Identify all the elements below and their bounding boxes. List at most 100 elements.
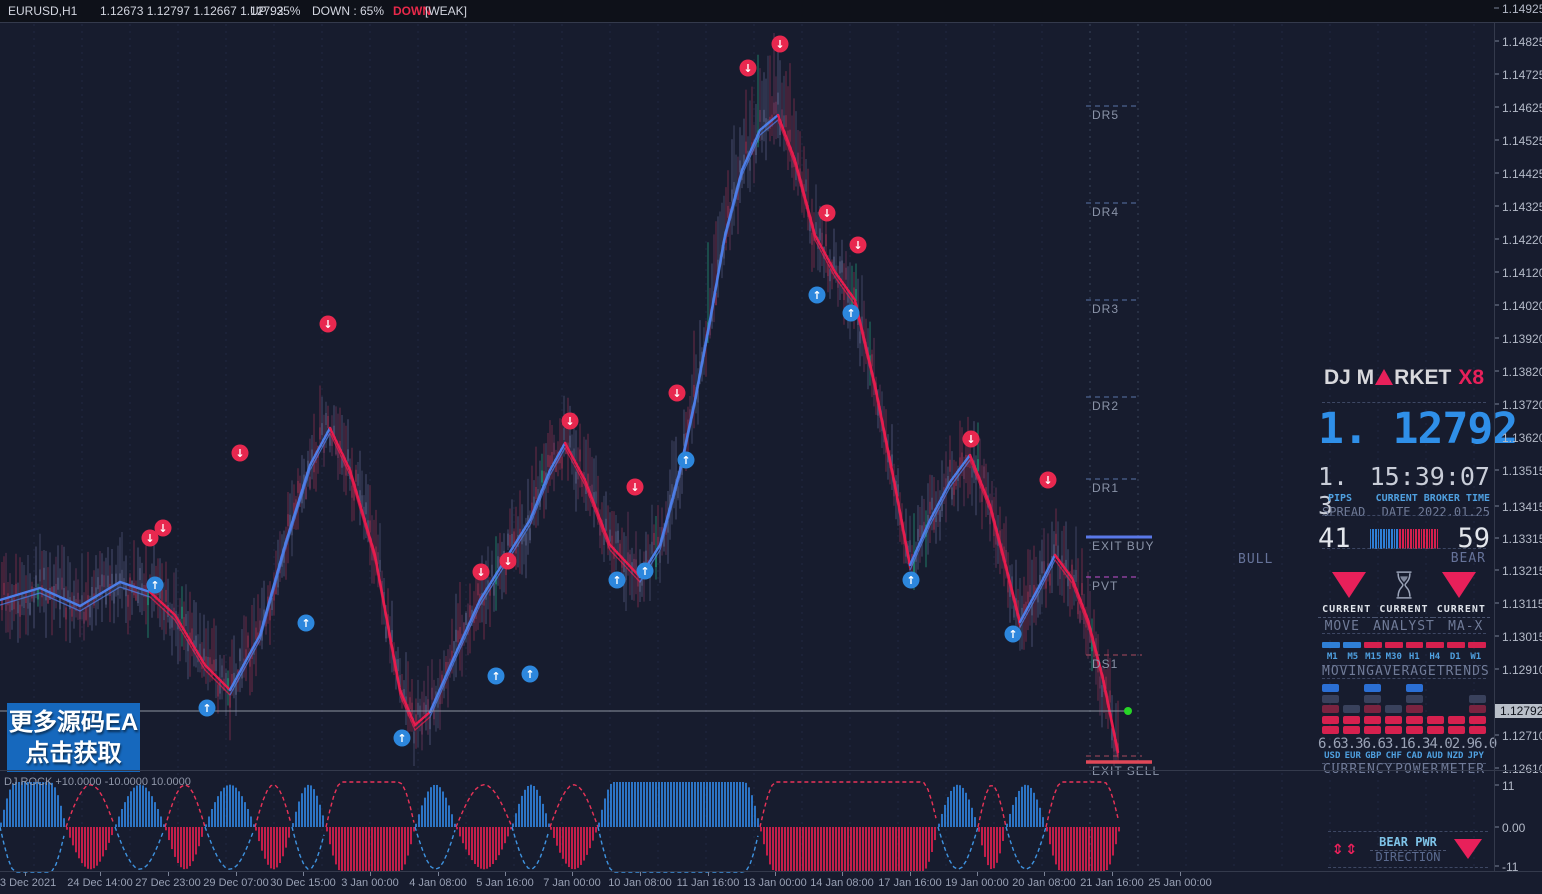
power-segment <box>1448 726 1465 734</box>
sell-arrow-icon: ↓ <box>476 566 485 579</box>
buy-arrow-icon: ↑ <box>681 454 690 467</box>
tf-label-d1: D1 <box>1445 652 1466 662</box>
analyst-label: ANALYST <box>1373 619 1435 634</box>
meter-bar <box>1410 529 1412 549</box>
buy-arrow-icon: ↑ <box>640 565 649 578</box>
dj-market-panel: DJ MRKETX8 1. 12792 1. 3 15:39:07 PIPS C… <box>1318 362 1490 770</box>
currency-column-eur <box>1343 705 1360 734</box>
bear-label: BEAR <box>1451 551 1486 566</box>
level-label-dr5: DR5 <box>1092 108 1119 122</box>
time-axis: 23 Dec 202124 Dec 14:0027 Dec 23:0029 De… <box>0 872 1542 894</box>
direction-triangle-down-icon <box>1454 839 1482 859</box>
price-axis-label: 1.14925 <box>1502 2 1542 16</box>
meter-bar <box>1375 529 1377 549</box>
current-analyst-label: CURRENT <box>1375 604 1432 618</box>
current-price-display: 1. 12792 <box>1318 404 1490 454</box>
sell-arrow-icon: ↓ <box>323 318 332 331</box>
power-segment <box>1406 695 1423 703</box>
currency-code-cad: CAD <box>1404 751 1425 761</box>
sell-arrow-icon: ↓ <box>145 532 154 545</box>
price-axis-label: 1.12910 <box>1502 663 1542 677</box>
bear-power-box: ⇕⇕ BEAR PWR DIRECTION <box>1328 831 1488 868</box>
tf-trend-pill-d1 <box>1447 642 1465 648</box>
price-axis-label: 1.14020 <box>1502 299 1542 313</box>
power-segment <box>1322 695 1339 703</box>
move-analyst-max-row: MOVE ANALYST MA-X <box>1318 619 1490 634</box>
currency-value-cad: 6.3 <box>1407 736 1429 752</box>
time-axis-label: 5 Jan 16:00 <box>476 877 534 889</box>
sell-arrow-icon: ↓ <box>672 387 681 400</box>
promo-line2: 点击获取 <box>26 738 122 769</box>
currency-code-nzd: NZD <box>1445 751 1466 761</box>
power-segment <box>1385 716 1402 724</box>
spread-date-labels: SPREAD DATE 2022.01.25 <box>1318 505 1490 519</box>
time-axis-tick <box>370 872 371 876</box>
price-axis-label: 1.12710 <box>1502 729 1542 743</box>
panel-title: DJ MRKETX8 <box>1318 366 1490 390</box>
currency-column-cad <box>1406 684 1423 734</box>
currency-column-nzd <box>1448 716 1465 735</box>
power-segment <box>1427 726 1444 734</box>
level-label-dr3: DR3 <box>1092 302 1119 316</box>
tf-label-h4: H4 <box>1425 652 1446 662</box>
sell-arrow-icon: ↓ <box>158 522 167 535</box>
signal-icons-row <box>1318 570 1490 600</box>
panel-title-badge: X8 <box>1458 366 1484 389</box>
level-label-ds1: DS1 <box>1092 657 1118 671</box>
panel-title-right: RKET <box>1394 366 1451 389</box>
meter-bar <box>1378 529 1380 549</box>
currency-column-usd <box>1322 684 1339 734</box>
power-segment <box>1469 695 1486 703</box>
sell-arrow-icon: ↓ <box>565 415 574 428</box>
currency-value-chf: 3.1 <box>1385 736 1407 752</box>
buy-arrow-icon: ↑ <box>1008 628 1017 641</box>
power-segment <box>1427 716 1444 724</box>
promo-ad-box[interactable]: 更多源码EA 点击获取 <box>7 703 140 772</box>
meter-bar <box>1388 529 1390 549</box>
time-axis-label: 14 Jan 08:00 <box>810 877 874 889</box>
time-axis-label: 17 Jan 16:00 <box>878 877 942 889</box>
currency-value-nzd: 2.9 <box>1452 736 1474 752</box>
power-segment <box>1406 726 1423 734</box>
panel-divider <box>1322 515 1486 516</box>
sell-arrow-icon: ↓ <box>503 555 512 568</box>
tf-trend-pill-m1 <box>1322 642 1340 648</box>
time-axis-label: 30 Dec 15:00 <box>270 877 335 889</box>
broker-time-label: CURRENT BROKER TIME <box>1376 493 1490 504</box>
time-axis-label: 24 Dec 14:00 <box>67 877 132 889</box>
sell-arrow-icon: ↓ <box>1043 474 1052 487</box>
time-axis-label: 25 Jan 00:00 <box>1148 877 1212 889</box>
currency-column-chf <box>1385 705 1402 734</box>
panel-divider <box>1322 633 1486 634</box>
time-axis-tick <box>977 872 978 876</box>
sell-arrow-icon: ↓ <box>966 433 975 446</box>
bull-bear-meter <box>1370 529 1439 549</box>
time-axis-tick <box>236 872 237 876</box>
promo-line1: 更多源码EA <box>9 707 138 738</box>
meter-bar <box>1437 529 1439 549</box>
price-axis-label: 1.14325 <box>1502 200 1542 214</box>
meter-bar <box>1434 529 1436 549</box>
panel-divider <box>1322 548 1486 549</box>
bull-label: BULL <box>1238 552 1273 567</box>
currency-code-gbp: GBP <box>1363 751 1384 761</box>
subwindow-separator[interactable] <box>0 770 1542 771</box>
level-label-dr2: DR2 <box>1092 399 1119 413</box>
price-axis-label: 1.14425 <box>1502 167 1542 181</box>
sell-arrow-icon: ↓ <box>630 481 639 494</box>
power-segment <box>1322 705 1339 713</box>
time-axis-tick <box>1044 872 1045 876</box>
trend-strength: [WEAK] <box>425 4 467 18</box>
meter-bar <box>1426 529 1428 549</box>
power-segment <box>1469 705 1486 713</box>
pips-label: PIPS <box>1318 493 1352 504</box>
time-axis-tick <box>640 872 641 876</box>
power-segment <box>1406 716 1423 724</box>
trends-label: TRENDS <box>1437 664 1490 679</box>
buy-arrow-icon: ↑ <box>491 670 500 683</box>
currency-value-gbp: 6.6 <box>1363 736 1385 752</box>
max-label: MA-X <box>1448 619 1483 634</box>
power-segment <box>1406 705 1423 713</box>
price-axis-label: 1.13315 <box>1502 532 1542 546</box>
time-axis-label: 29 Dec 07:00 <box>203 877 268 889</box>
